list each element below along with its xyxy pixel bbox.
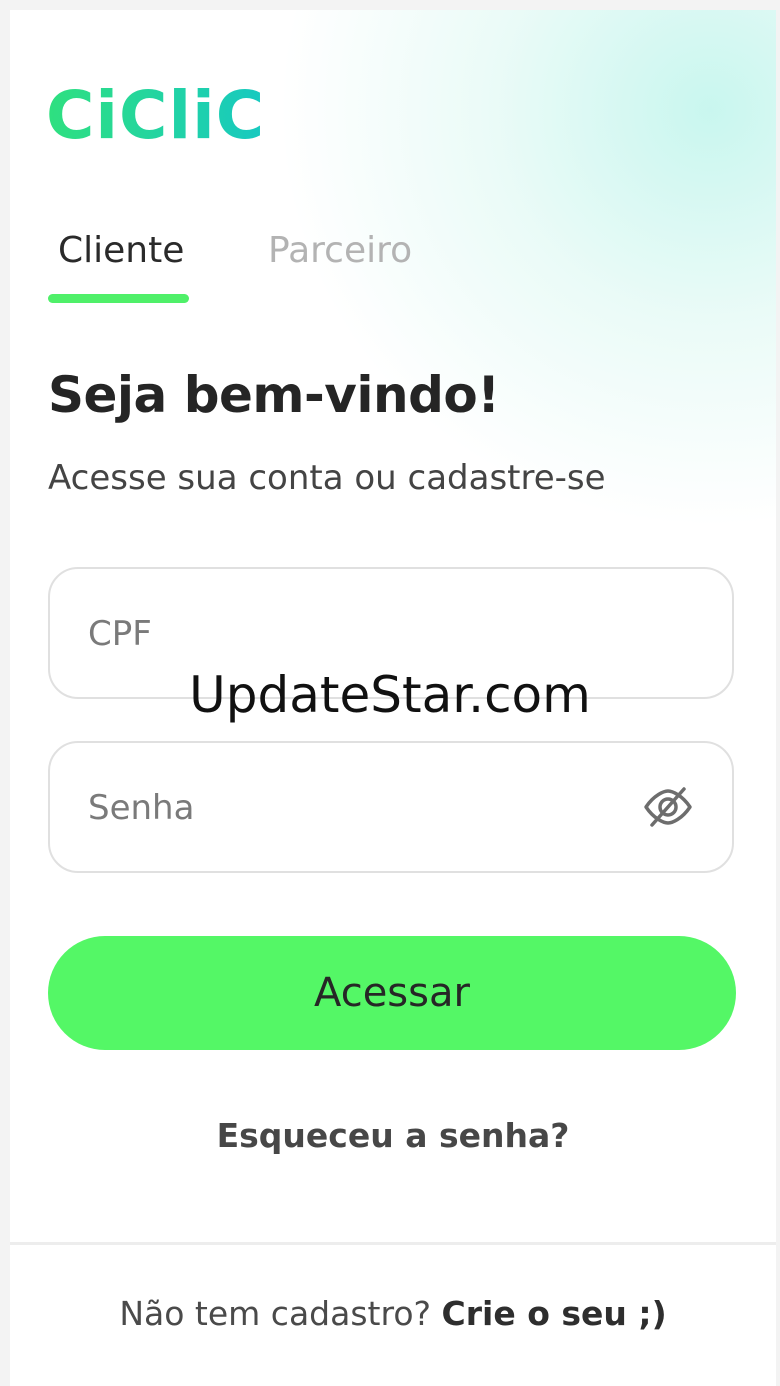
tab-cliente[interactable]: Cliente — [58, 226, 184, 276]
signup-prompt: Não tem cadastro? Crie o seu ;) — [10, 1294, 776, 1333]
password-field — [48, 741, 734, 873]
tab-parceiro[interactable]: Parceiro — [268, 226, 412, 276]
welcome-subtitle: Acesse sua conta ou cadastre-se — [48, 458, 606, 498]
acessar-button[interactable]: Acessar — [48, 936, 736, 1050]
signup-link[interactable]: Crie o seu ;) — [442, 1294, 667, 1333]
cpf-field — [48, 567, 734, 699]
svg-text:CiCliC: CiCliC — [46, 80, 265, 150]
active-tab-indicator — [48, 294, 189, 303]
user-type-tabs: Cliente Parceiro — [48, 226, 548, 306]
password-input[interactable] — [86, 743, 650, 873]
forgot-password-link[interactable]: Esqueceu a senha? — [10, 1116, 776, 1155]
ciclic-logo: CiCliC — [46, 80, 265, 150]
footer-divider — [10, 1242, 776, 1245]
signup-question: Não tem cadastro? — [119, 1294, 432, 1333]
eye-off-icon[interactable] — [642, 783, 694, 831]
login-screen: CiCliC Cliente Parceiro Seja bem-vindo! … — [10, 10, 776, 1386]
welcome-title: Seja bem-vindo! — [48, 366, 500, 424]
cpf-input[interactable] — [86, 569, 650, 699]
